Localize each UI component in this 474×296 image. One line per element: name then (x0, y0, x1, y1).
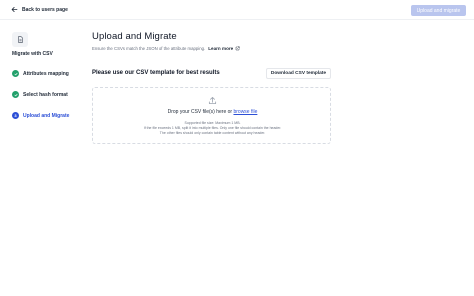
drop-prompt: Drop your CSV file(s) here or browse fil… (93, 109, 332, 115)
top-bar: Back to users page Upload and migrate (0, 0, 474, 20)
step-label: Select hash format (23, 91, 68, 98)
info-split-files: If the file exceeds 1 MB, split it into … (143, 126, 282, 130)
migrate-icon-box (12, 32, 28, 47)
upload-and-migrate-button[interactable]: Upload and migrate (411, 5, 466, 16)
download-csv-template-button[interactable]: Download CSV template (266, 68, 331, 79)
browse-file-link[interactable]: browse file (233, 109, 257, 115)
step-select-hash-format[interactable]: Select hash format (12, 91, 68, 98)
check-icon (12, 70, 19, 77)
step-number-badge: 3 (12, 112, 19, 119)
back-label: Back to users page (22, 6, 68, 13)
learn-more-link[interactable]: Learn more (208, 46, 240, 51)
step-upload-and-migrate[interactable]: 3 Upload and Migrate (12, 112, 69, 119)
page-title: Upload and Migrate (92, 31, 177, 42)
file-csv-icon (17, 36, 23, 43)
page-subtitle: Ensure the CSVs match the JSON of the at… (92, 46, 240, 51)
step-label: Attributes mapping (23, 70, 69, 77)
arrow-left-icon (11, 6, 18, 13)
back-to-users-link[interactable]: Back to users page (11, 6, 68, 13)
step-label: Upload and Migrate (23, 112, 70, 119)
sidebar-title: Migrate with CSV (12, 51, 53, 57)
info-header-rule: The other files should only contain tabl… (159, 131, 266, 135)
external-link-icon (236, 46, 240, 51)
info-size-limit: Supported file size: Maximum 1 MB. (184, 121, 241, 125)
template-prompt: Please use our CSV template for best res… (92, 70, 220, 76)
step-attributes-mapping[interactable]: Attributes mapping (12, 70, 69, 77)
drop-prompt-text: Drop your CSV file(s) here or (167, 109, 233, 115)
upload-icon (208, 96, 217, 105)
check-icon (12, 91, 19, 98)
file-dropzone[interactable]: Drop your CSV file(s) here or browse fil… (92, 87, 331, 144)
subtitle-text: Ensure the CSVs match the JSON of the at… (92, 46, 206, 51)
learn-more-label: Learn more (208, 46, 234, 51)
